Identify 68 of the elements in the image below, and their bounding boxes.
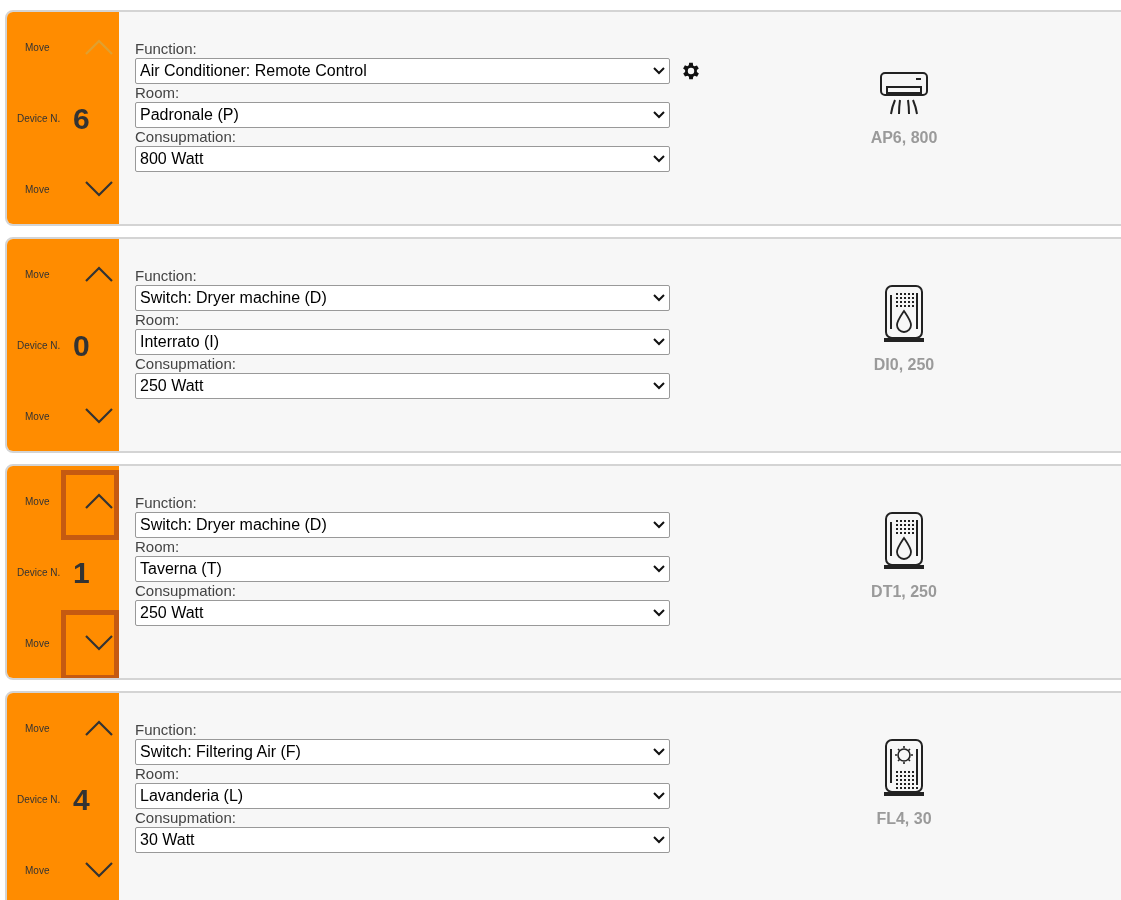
caret-icon <box>653 155 665 163</box>
field-label: Consupmation: <box>135 128 236 146</box>
air-purifier-icon <box>882 737 926 799</box>
chevron-down-icon <box>84 407 114 425</box>
select-field[interactable]: Padronale (P) <box>135 102 670 128</box>
chevron-down-icon <box>84 180 114 198</box>
device-label: Device N. <box>16 565 62 580</box>
move-label: Move <box>24 182 51 197</box>
caret-icon <box>653 748 665 756</box>
caret-icon <box>653 565 665 573</box>
caret-icon <box>653 67 665 75</box>
chevron-up-icon <box>84 265 114 283</box>
select-field[interactable]: 30 Watt <box>135 827 670 853</box>
field-label: Room: <box>135 538 180 556</box>
caret-icon <box>653 111 665 119</box>
device-label: Device N. <box>16 338 62 353</box>
field-label: Consupmation: <box>135 582 236 600</box>
select-field[interactable]: Switch: Dryer machine (D) <box>135 512 670 538</box>
chevron-down-icon <box>84 634 114 652</box>
dehumidifier-icon <box>882 510 926 572</box>
select-field[interactable]: Taverna (T) <box>135 556 670 582</box>
field-label: Function: <box>135 40 197 58</box>
settings-icon[interactable] <box>680 60 702 82</box>
field-label: Function: <box>135 721 197 739</box>
device-code: AP6, 800 <box>870 128 938 148</box>
field-label: Room: <box>135 311 180 329</box>
select-field[interactable]: Switch: Filtering Air (F) <box>135 739 670 765</box>
select-field[interactable]: 800 Watt <box>135 146 670 172</box>
field-label: Room: <box>135 84 180 102</box>
caret-icon <box>653 792 665 800</box>
device-number: 6 <box>73 100 90 137</box>
select-field[interactable]: Interrato (I) <box>135 329 670 355</box>
caret-icon <box>653 382 665 390</box>
device-label: Device N. <box>16 792 62 807</box>
chevron-down-icon <box>84 861 114 879</box>
field-label: Function: <box>135 494 197 512</box>
device-code: DI0, 250 <box>873 355 935 375</box>
caret-icon <box>653 521 665 529</box>
select-field[interactable]: Air Conditioner: Remote Control <box>135 58 670 84</box>
move-label: Move <box>24 267 51 282</box>
caret-icon <box>653 609 665 617</box>
device-code: DT1, 250 <box>871 582 937 602</box>
chevron-up-icon <box>84 719 114 737</box>
caret-icon <box>653 338 665 346</box>
caret-icon <box>653 836 665 844</box>
move-label: Move <box>24 636 51 651</box>
device-number: 0 <box>73 327 90 364</box>
select-field[interactable]: 250 Watt <box>135 600 670 626</box>
field-label: Room: <box>135 765 180 783</box>
device-label: Device N. <box>16 111 62 126</box>
select-field[interactable]: Switch: Dryer machine (D) <box>135 285 670 311</box>
move-label: Move <box>24 40 51 55</box>
move-label: Move <box>24 721 51 736</box>
select-field[interactable]: 250 Watt <box>135 373 670 399</box>
device-number: 4 <box>73 781 90 818</box>
field-label: Function: <box>135 267 197 285</box>
field-label: Consupmation: <box>135 809 236 827</box>
move-label: Move <box>24 494 51 509</box>
select-field[interactable]: Lavanderia (L) <box>135 783 670 809</box>
device-number: 1 <box>73 554 90 591</box>
chevron-up-icon <box>84 38 114 56</box>
caret-icon <box>653 294 665 302</box>
move-label: Move <box>24 863 51 878</box>
field-label: Consupmation: <box>135 355 236 373</box>
dehumidifier-icon <box>882 283 926 345</box>
move-label: Move <box>24 409 51 424</box>
device-code: FL4, 30 <box>876 809 932 829</box>
chevron-up-icon <box>84 492 114 510</box>
